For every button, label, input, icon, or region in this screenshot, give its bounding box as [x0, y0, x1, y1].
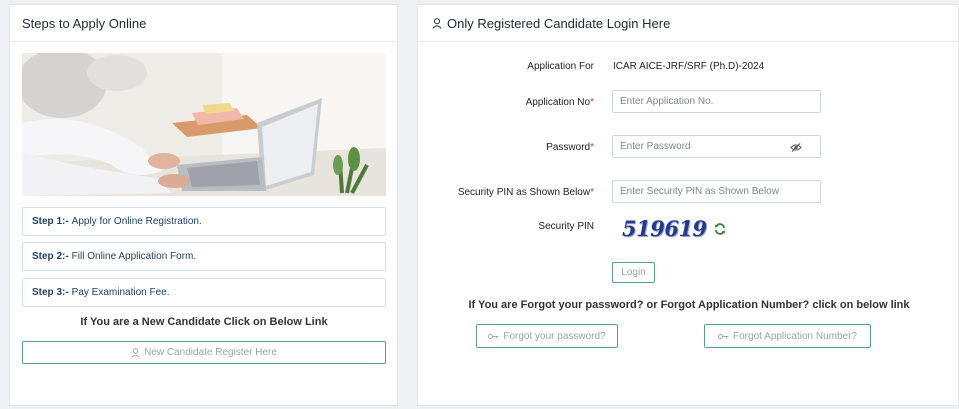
step-3: Step 3:- Pay Examination Fee.	[22, 278, 386, 307]
step-3-text: Pay Examination Fee.	[71, 287, 170, 298]
forgot-appno-label: Forgot Application Number?	[733, 330, 857, 342]
security-pin-placeholder: Enter Security PIN as Shown Below	[620, 186, 779, 197]
password-label: Password*	[546, 142, 594, 153]
login-card-header: Only Registered Candidate Login Here	[418, 5, 958, 42]
step-3-label: Step 3:-	[32, 287, 69, 298]
user-icon	[131, 347, 140, 358]
password-input[interactable]: Enter Password	[612, 135, 821, 158]
step-2-label: Step 2:-	[32, 251, 69, 262]
step-1: Step 1:- Apply for Online Registration.	[22, 207, 386, 236]
application-no-placeholder: Enter Application No.	[620, 96, 714, 107]
forgot-application-number-button[interactable]: Forgot Application Number?	[704, 324, 871, 348]
security-pin-input-label: Security PIN as Shown Below*	[457, 187, 594, 198]
new-candidate-text: If You are a New Candidate Click on Belo…	[80, 316, 328, 328]
forgot-password-label: Forgot your password?	[503, 330, 606, 342]
login-card: Only Registered Candidate Login Here App…	[417, 4, 959, 406]
security-pin-input[interactable]: Enter Security PIN as Shown Below	[612, 180, 821, 203]
forgot-help-text: If You are Forgot your password? or Forg…	[468, 299, 910, 311]
register-button-label: New Candidate Register Here	[144, 347, 277, 358]
key-icon	[488, 333, 499, 339]
step-2-text: Fill Online Application Form.	[71, 251, 197, 262]
step-1-text: Apply for Online Registration.	[71, 216, 202, 227]
step-2: Step 2:- Fill Online Application Form.	[22, 242, 386, 271]
step-1-label: Step 1:-	[32, 216, 69, 227]
steps-card-header: Steps to Apply Online	[10, 5, 397, 42]
steps-title: Steps to Apply Online	[22, 15, 147, 31]
login-button[interactable]: Login	[612, 262, 655, 283]
application-for-label: Application For	[527, 61, 594, 72]
login-title: Only Registered Candidate Login Here	[447, 15, 671, 31]
key-icon	[718, 333, 729, 339]
application-no-label: Application No*	[525, 97, 594, 108]
steps-card: Steps to Apply Online Step 1:- Apply for…	[9, 4, 398, 406]
refresh-icon[interactable]	[714, 223, 726, 235]
eye-slash-icon[interactable]	[790, 143, 802, 152]
password-placeholder: Enter Password	[620, 141, 691, 152]
new-candidate-register-button[interactable]: New Candidate Register Here	[22, 341, 386, 364]
user-icon	[432, 17, 442, 29]
captcha-image: 519619	[622, 216, 707, 241]
application-no-input[interactable]: Enter Application No.	[612, 90, 821, 113]
application-for-value: ICAR AICE-JRF/SRF (Ph.D)-2024	[613, 61, 765, 72]
forgot-password-button[interactable]: Forgot your password?	[476, 324, 618, 348]
security-pin-label: Security PIN	[538, 221, 594, 232]
laptop-illustration	[22, 53, 386, 196]
